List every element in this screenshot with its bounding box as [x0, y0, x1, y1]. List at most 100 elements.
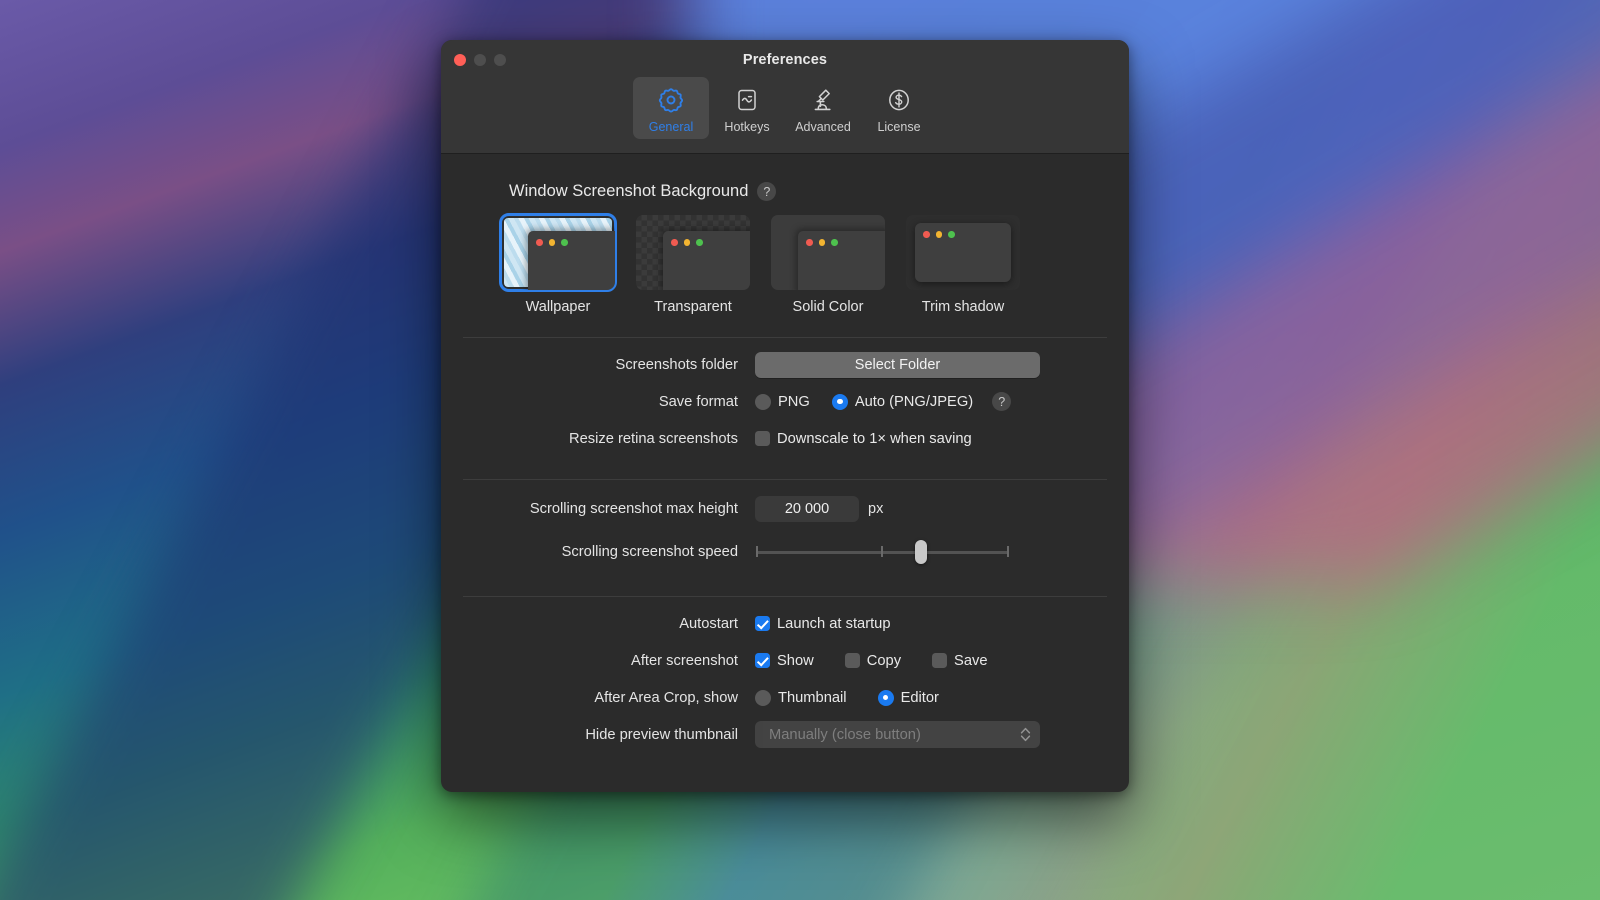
row-after-area-crop: After Area Crop, show Thumbnail Editor: [463, 679, 1107, 716]
mini-minimize-dot: [819, 239, 826, 246]
chevron-up-down-icon: [1018, 726, 1032, 744]
mini-close-dot: [806, 239, 813, 246]
checkbox-icon-checked: [755, 653, 770, 668]
after-screenshot-show-item[interactable]: Show: [755, 653, 814, 669]
slider-thumb[interactable]: [915, 540, 927, 564]
radio-label: Editor: [901, 690, 939, 706]
tab-hotkeys[interactable]: Hotkeys: [709, 77, 785, 139]
background-help-icon[interactable]: ?: [757, 182, 776, 201]
background-option-trim-shadow[interactable]: Trim shadow: [904, 215, 1022, 315]
slider-tick-max: [1007, 546, 1009, 557]
row-scroll-speed: Scrolling screenshot speed: [463, 530, 1107, 574]
tab-hotkeys-label: Hotkeys: [724, 120, 769, 134]
background-option-label: Solid Color: [793, 299, 864, 315]
background-section-header: Window Screenshot Background ?: [509, 182, 1107, 201]
checkbox-icon-checked: [755, 616, 770, 631]
checkbox-icon: [932, 653, 947, 668]
checkbox-label: Launch at startup: [777, 616, 891, 632]
mini-minimize-dot: [549, 239, 556, 246]
max-height-unit: px: [868, 501, 883, 517]
radio-label: Auto (PNG/JPEG): [855, 394, 973, 410]
tab-advanced-label: Advanced: [795, 120, 851, 134]
row-autostart: Autostart Launch at startup: [463, 605, 1107, 642]
checkbox-label: Show: [777, 653, 814, 669]
background-option-solid-color[interactable]: Solid Color: [769, 215, 887, 315]
divider: [463, 337, 1107, 338]
after-screenshot-save-item[interactable]: Save: [932, 653, 987, 669]
preferences-window: Preferences General: [441, 40, 1129, 792]
tab-license[interactable]: License: [861, 77, 937, 139]
scrolling-settings-group: Scrolling screenshot max height 20 000 p…: [463, 488, 1107, 574]
save-format-help-icon[interactable]: ?: [992, 392, 1011, 411]
radio-icon-selected: [878, 690, 894, 706]
mini-close-dot: [923, 231, 930, 238]
divider: [463, 596, 1107, 597]
background-option-wallpaper[interactable]: Wallpaper: [499, 215, 617, 315]
mini-maximize-dot: [831, 239, 838, 246]
after-crop-editor-item[interactable]: Editor: [878, 690, 939, 706]
mini-window-preview: [915, 223, 1011, 282]
mini-maximize-dot: [696, 239, 703, 246]
desktop-wallpaper: Preferences General: [0, 0, 1600, 900]
row-after-screenshot: After screenshot Show Copy Save: [463, 642, 1107, 679]
max-height-label: Scrolling screenshot max height: [463, 501, 755, 517]
toolbar-tabs: General Hotkeys: [441, 77, 1129, 139]
after-screenshot-copy-item[interactable]: Copy: [845, 653, 901, 669]
save-format-option-auto[interactable]: Auto (PNG/JPEG): [832, 394, 973, 410]
behavior-settings-group: Autostart Launch at startup After screen…: [463, 605, 1107, 753]
keyboard-icon: [734, 83, 760, 117]
hide-preview-value: Manually (close button): [769, 727, 1018, 743]
divider: [463, 479, 1107, 480]
checkbox-label: Downscale to 1× when saving: [777, 431, 972, 447]
save-format-option-png[interactable]: PNG: [755, 394, 810, 410]
after-screenshot-label: After screenshot: [463, 653, 755, 669]
mini-close-dot: [671, 239, 678, 246]
launch-at-startup-checkbox-item[interactable]: Launch at startup: [755, 616, 891, 632]
autostart-label: Autostart: [463, 616, 755, 632]
mini-traffic-lights: [806, 239, 838, 246]
file-settings-group: Screenshots folder Select Folder Save fo…: [463, 346, 1107, 457]
after-crop-thumbnail-item[interactable]: Thumbnail: [755, 690, 847, 706]
background-option-transparent[interactable]: Transparent: [634, 215, 752, 315]
mini-window-preview: [663, 231, 750, 290]
scroll-speed-slider[interactable]: [756, 541, 1009, 563]
hide-preview-dropdown[interactable]: Manually (close button): [755, 721, 1040, 748]
window-title: Preferences: [441, 52, 1129, 68]
mini-window-preview: [528, 231, 615, 290]
background-options: Wallpaper Transparent: [499, 215, 1107, 315]
transparent-thumbnail: [636, 215, 750, 290]
wallpaper-thumbnail: [501, 215, 615, 290]
max-height-input[interactable]: 20 000: [755, 496, 859, 522]
preferences-content: Window Screenshot Background ?: [441, 154, 1129, 753]
row-screenshots-folder: Screenshots folder Select Folder: [463, 346, 1107, 383]
background-option-label: Trim shadow: [922, 299, 1004, 315]
tab-general-label: General: [649, 120, 693, 134]
radio-label: PNG: [778, 394, 810, 410]
mini-minimize-dot: [936, 231, 943, 238]
resize-retina-label: Resize retina screenshots: [463, 431, 755, 447]
checkbox-label: Save: [954, 653, 987, 669]
row-hide-preview-thumbnail: Hide preview thumbnail Manually (close b…: [463, 716, 1107, 753]
background-option-label: Wallpaper: [526, 299, 591, 315]
mini-traffic-lights: [536, 239, 568, 246]
gear-icon: [657, 83, 685, 117]
radio-label: Thumbnail: [778, 690, 847, 706]
mini-maximize-dot: [561, 239, 568, 246]
select-folder-button[interactable]: Select Folder: [755, 352, 1040, 378]
downscale-checkbox-item[interactable]: Downscale to 1× when saving: [755, 431, 972, 447]
row-save-format: Save format PNG Auto (PNG/JPEG) ?: [463, 383, 1107, 420]
after-area-crop-label: After Area Crop, show: [463, 690, 755, 706]
section-title: Window Screenshot Background: [509, 182, 748, 201]
checkbox-icon: [755, 431, 770, 446]
dollar-circle-icon: [885, 83, 913, 117]
mini-window-preview: [798, 231, 885, 290]
slider-tick-mid: [881, 546, 883, 557]
tab-advanced[interactable]: Advanced: [785, 77, 861, 139]
radio-icon: [755, 394, 771, 410]
row-max-height: Scrolling screenshot max height 20 000 p…: [463, 488, 1107, 530]
tab-general[interactable]: General: [633, 77, 709, 139]
mini-minimize-dot: [684, 239, 691, 246]
tab-license-label: License: [877, 120, 920, 134]
mini-close-dot: [536, 239, 543, 246]
hide-preview-label: Hide preview thumbnail: [463, 727, 755, 743]
